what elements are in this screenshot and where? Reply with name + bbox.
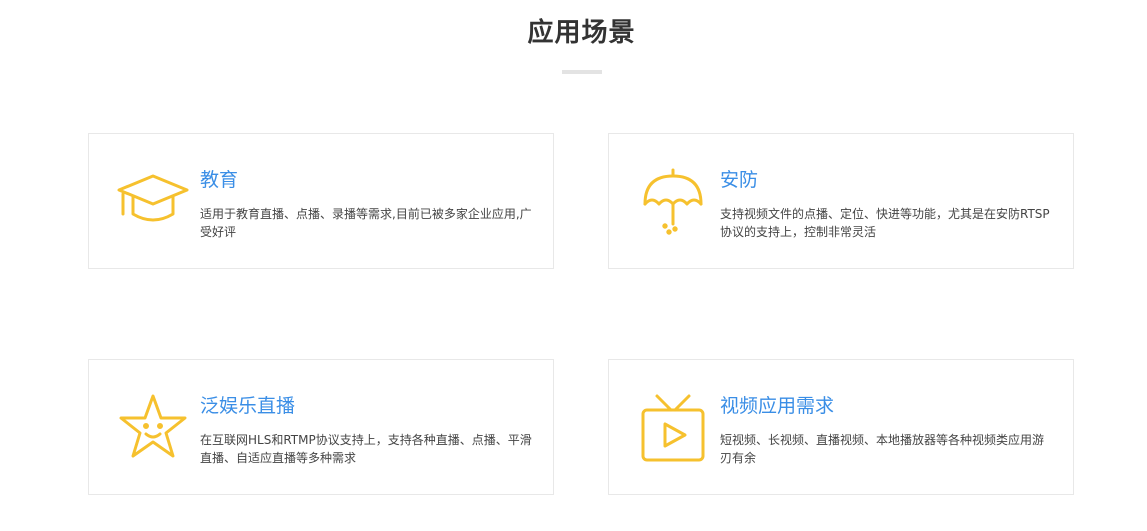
scenario-card-entertainment[interactable]: 泛娱乐直播 在互联网HLS和RTMP协议支持上，支持各种直播、点播、平滑直播、自… xyxy=(88,359,554,495)
card-title: 泛娱乐直播 xyxy=(200,395,296,417)
card-title: 教育 xyxy=(200,169,239,191)
card-description: 适用于教育直播、点播、录播等需求,目前已被多家企业应用,广受好评 xyxy=(200,207,532,239)
umbrella-icon xyxy=(635,164,711,240)
title-underline xyxy=(562,70,602,74)
card-description: 在互联网HLS和RTMP协议支持上，支持各种直播、点播、平滑直播、自适应直播等多… xyxy=(200,433,532,465)
scenario-card-education[interactable]: 教育 适用于教育直播、点播、录播等需求,目前已被多家企业应用,广受好评 xyxy=(88,133,554,269)
card-description: 支持视频文件的点播、定位、快进等功能，尤其是在安防RTSP协议的支持上，控制非常… xyxy=(720,207,1050,239)
graduation-cap-icon xyxy=(115,164,191,240)
card-title: 视频应用需求 xyxy=(720,395,835,417)
section-title: 应用场景 xyxy=(527,18,636,48)
tv-play-icon xyxy=(635,390,711,466)
scenario-card-video-apps[interactable]: 视频应用需求 短视频、长视频、直播视频、本地播放器等各种视频类应用游刃有余 xyxy=(608,359,1074,495)
scenario-card-security[interactable]: 安防 支持视频文件的点播、定位、快进等功能，尤其是在安防RTSP协议的支持上，控… xyxy=(608,133,1074,269)
card-title: 安防 xyxy=(720,169,759,191)
card-description: 短视频、长视频、直播视频、本地播放器等各种视频类应用游刃有余 xyxy=(720,433,1045,465)
star-smile-icon xyxy=(115,390,191,466)
